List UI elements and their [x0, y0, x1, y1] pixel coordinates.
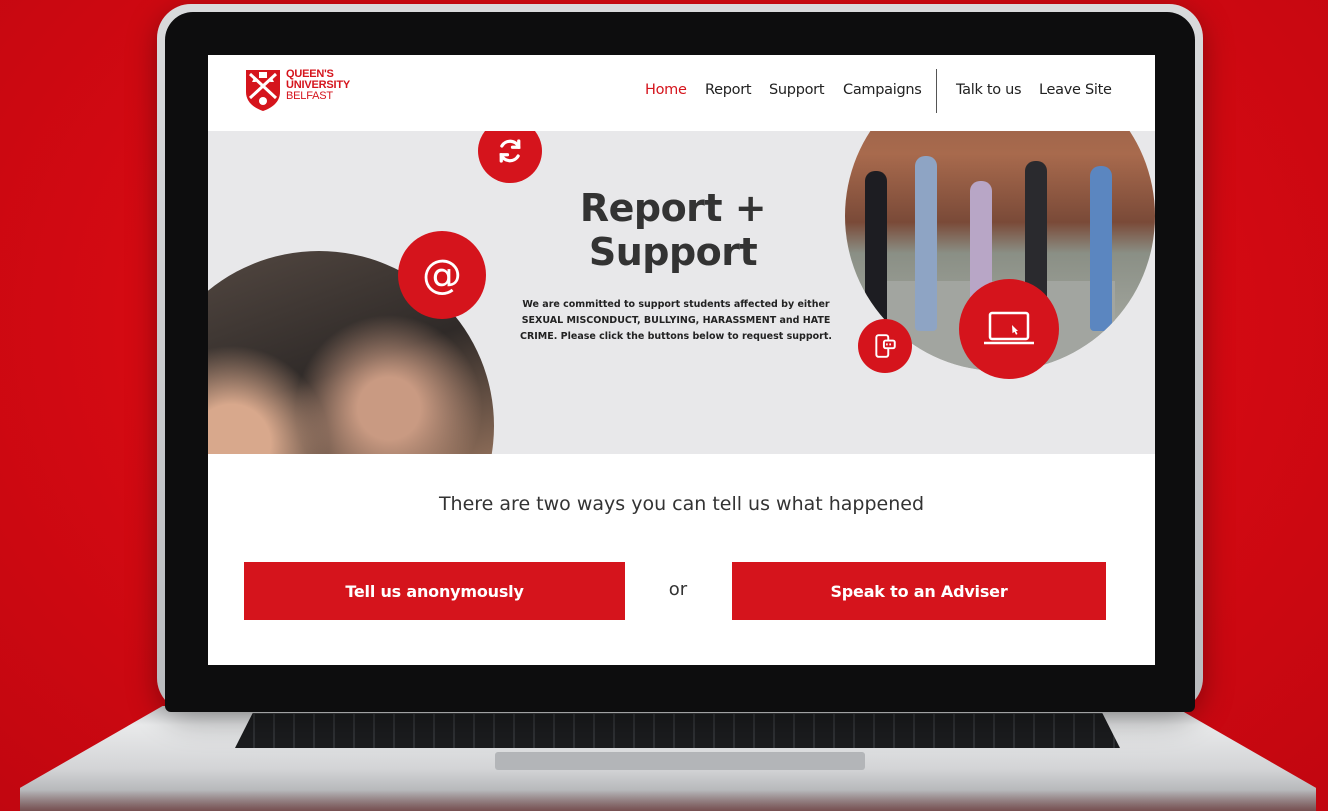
wordmark-line-3: BELFAST [286, 90, 333, 102]
hero-description: We are committed to support students aff… [519, 299, 832, 342]
refresh-icon [478, 131, 542, 183]
or-label: or [668, 579, 688, 600]
nav-support[interactable]: Support [769, 82, 825, 98]
university-crest-icon[interactable] [244, 68, 282, 112]
nav-home[interactable]: Home [645, 82, 687, 98]
site-header: QUEEN'S UNIVERSITY BELFAST Home Report S… [208, 55, 1155, 131]
website-screen: QUEEN'S UNIVERSITY BELFAST Home Report S… [208, 55, 1155, 665]
laptop-keyboard [235, 713, 1120, 748]
hero-title-line-1: Report + [579, 186, 767, 230]
nav-campaigns[interactable]: Campaigns [843, 82, 922, 98]
speak-to-adviser-button[interactable]: Speak to an Adviser [732, 562, 1106, 620]
at-sign-icon: @ [398, 231, 486, 319]
laptop-shadow [20, 790, 1316, 811]
hero-title: Report + Support [568, 186, 778, 274]
hero-banner: @ Report + Support We are committed to s… [208, 131, 1155, 454]
photo-person [865, 171, 887, 331]
tell-us-anonymously-button[interactable]: Tell us anonymously [244, 562, 625, 620]
nav-report[interactable]: Report [705, 82, 752, 98]
university-wordmark[interactable]: QUEEN'S UNIVERSITY BELFAST [286, 69, 350, 102]
nav-talk-to-us[interactable]: Talk to us [956, 82, 1022, 98]
hero-title-line-2: Support [588, 230, 758, 274]
laptop-icon [959, 279, 1059, 379]
photo-person [915, 156, 937, 331]
nav-divider [936, 69, 937, 113]
ways-heading: There are two ways you can tell us what … [438, 493, 925, 515]
laptop-trackpad [495, 752, 865, 770]
nav-leave-site[interactable]: Leave Site [1039, 82, 1112, 98]
photo-person [1090, 166, 1112, 331]
mobile-chat-icon [858, 319, 912, 373]
